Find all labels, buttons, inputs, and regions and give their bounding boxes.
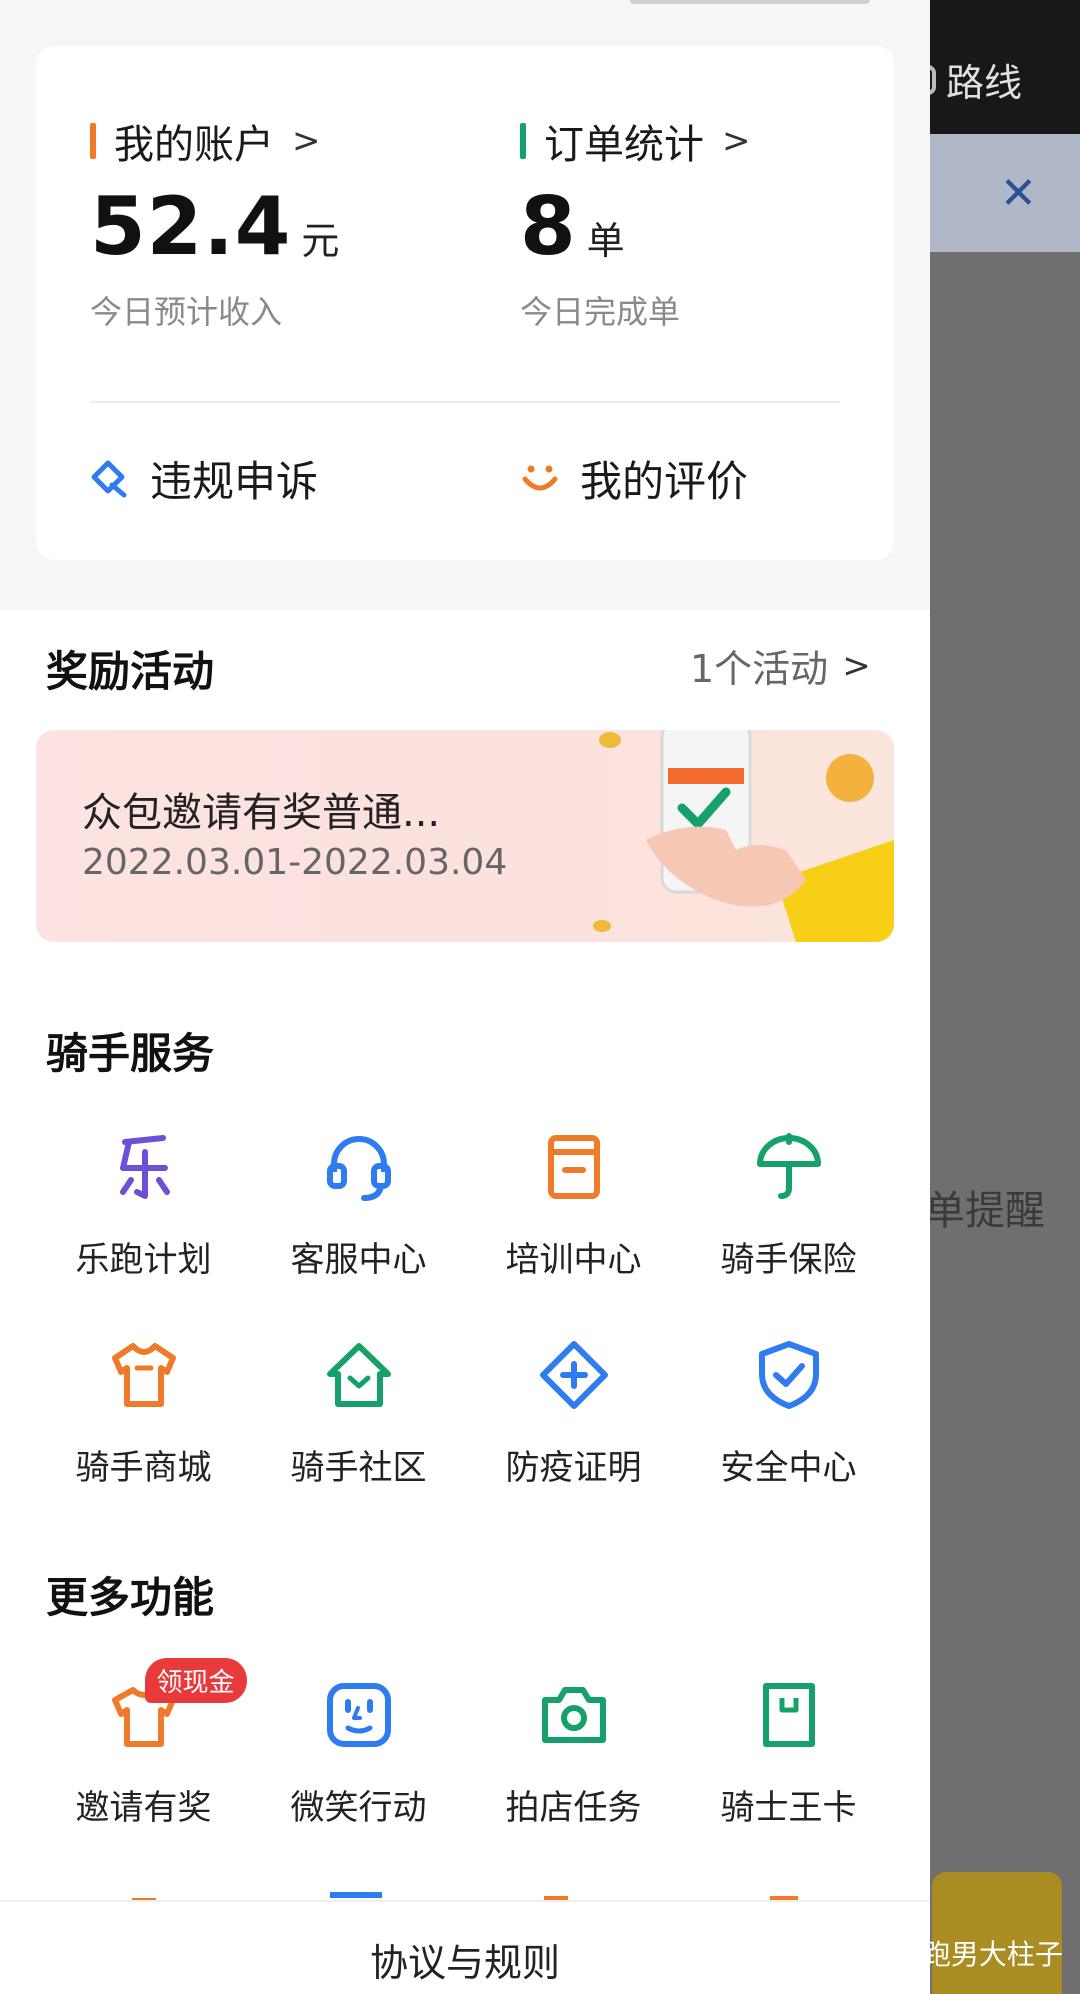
more-features-title: 更多功能	[46, 1573, 215, 1622]
service-rider-insurance[interactable]: 骑手保险	[681, 1132, 896, 1281]
cash-badge: 领现金	[144, 1658, 247, 1703]
headset-icon	[326, 1136, 391, 1201]
camera-icon	[541, 1687, 606, 1743]
feature-knight-king-card[interactable]: 骑士王卡	[681, 1680, 896, 1829]
orders-title: 订单统计	[544, 122, 704, 168]
sim-card-icon	[762, 1683, 815, 1747]
rewards-title: 奖励活动	[46, 647, 215, 696]
account-unit: 元	[301, 219, 340, 263]
watermark: 头条 @跑男大柱子	[830, 1938, 1063, 1971]
service-customer-center[interactable]: 客服中心	[251, 1132, 466, 1281]
drawer-handle	[630, 0, 870, 4]
search-check-icon	[91, 460, 127, 497]
service-label: 乐跑计划	[75, 1240, 212, 1280]
service-rider-mall[interactable]: 骑手商城	[36, 1340, 251, 1489]
rating-link[interactable]: 我的评价	[520, 448, 748, 509]
orders-stat[interactable]: 订单统计 > 8 单 今日完成单	[520, 116, 751, 333]
close-icon[interactable]: ✕	[1000, 168, 1037, 219]
order-reminder-label: 单提醒	[925, 1188, 1045, 1234]
feature-invite-reward[interactable]: 领现金 邀请有奖	[36, 1658, 251, 1829]
chevron-right-icon: >	[722, 121, 751, 161]
service-label: 培训中心	[505, 1240, 642, 1280]
account-title: 我的账户	[114, 122, 274, 168]
feature-shop-photo-task[interactable]: 拍店任务	[466, 1680, 681, 1829]
service-epidemic-certificate[interactable]: 防疫证明	[466, 1340, 681, 1489]
le-icon	[119, 1135, 170, 1199]
home-icon	[326, 1343, 391, 1407]
feature-label: 邀请有奖	[75, 1788, 212, 1828]
rider-services-row-2: 骑手商城 骑手社区 防疫证明 安全中心	[0, 1340, 930, 1489]
service-training-center[interactable]: 培训中心	[466, 1132, 681, 1281]
orders-subtitle: 今日完成单	[520, 293, 681, 331]
service-label: 安全中心	[720, 1448, 857, 1488]
agreement-rules-link[interactable]: 协议与规则	[0, 1932, 930, 1987]
account-stat[interactable]: 我的账户 > 52.4 元 今日预计收入	[90, 116, 339, 333]
account-value: 52.4	[90, 180, 292, 273]
umbrella-icon	[756, 1133, 821, 1199]
divider	[90, 401, 840, 403]
activity-count: 1个活动	[690, 647, 829, 691]
side-drawer: 我的账户 > 52.4 元 今日预计收入 订单统计 > 8 单 今日完成单 违规…	[0, 0, 930, 1994]
service-rider-community[interactable]: 骑手社区	[251, 1340, 466, 1489]
appeal-label: 违规申诉	[150, 457, 319, 506]
promo-banner[interactable]: 众包邀请有奖普通... 2022.03.01-2022.03.04	[36, 730, 894, 942]
shield-icon	[758, 1341, 819, 1409]
chevron-right-icon: >	[842, 645, 871, 686]
rating-label: 我的评价	[580, 457, 749, 506]
smile-face-icon	[326, 1683, 391, 1747]
service-label: 骑手保险	[720, 1240, 857, 1280]
service-label: 骑手商城	[75, 1448, 212, 1488]
feature-label: 拍店任务	[505, 1788, 642, 1828]
service-label: 骑手社区	[290, 1448, 427, 1488]
orders-unit: 单	[586, 219, 625, 263]
appeal-link[interactable]: 违规申诉	[90, 448, 318, 509]
activity-count-link[interactable]: 1个活动 >	[690, 638, 871, 693]
more-features-row-1: 领现金 邀请有奖 微笑行动 拍店任务 骑士王卡	[0, 1658, 930, 1829]
feature-label: 骑士王卡	[720, 1788, 857, 1828]
orders-value: 8	[520, 180, 577, 273]
rider-services-title: 骑手服务	[46, 1029, 215, 1078]
account-subtitle: 今日预计收入	[90, 293, 283, 331]
accent-bar	[90, 123, 96, 159]
service-label: 防疫证明	[505, 1448, 642, 1488]
stats-card: 我的账户 > 52.4 元 今日预计收入 订单统计 > 8 单 今日完成单 违规…	[36, 46, 894, 560]
service-safety-center[interactable]: 安全中心	[681, 1340, 896, 1489]
gift-icon-wrap: 领现金	[109, 1658, 247, 1750]
rider-services-row-1: 乐跑计划 客服中心 培训中心 骑手保险	[0, 1132, 930, 1281]
route-button[interactable]: 路线	[918, 52, 1022, 107]
service-le-run-plan[interactable]: 乐跑计划	[36, 1132, 251, 1281]
feature-label: 微笑行动	[290, 1788, 427, 1828]
accent-bar	[520, 123, 526, 159]
promo-title: 众包邀请有奖普通...	[82, 790, 441, 836]
feature-smile-action[interactable]: 微笑行动	[251, 1680, 466, 1829]
smile-icon	[522, 465, 558, 490]
route-label: 路线	[946, 61, 1023, 105]
promo-date: 2022.03.01-2022.03.04	[82, 842, 508, 883]
chevron-right-icon: >	[292, 121, 321, 161]
service-label: 客服中心	[290, 1240, 427, 1280]
phone-hand-illustration	[593, 730, 894, 942]
book-icon	[547, 1135, 600, 1199]
medical-icon	[539, 1341, 608, 1409]
footer-bar: 协议与规则	[0, 1900, 930, 1994]
tshirt-icon	[111, 1343, 176, 1407]
